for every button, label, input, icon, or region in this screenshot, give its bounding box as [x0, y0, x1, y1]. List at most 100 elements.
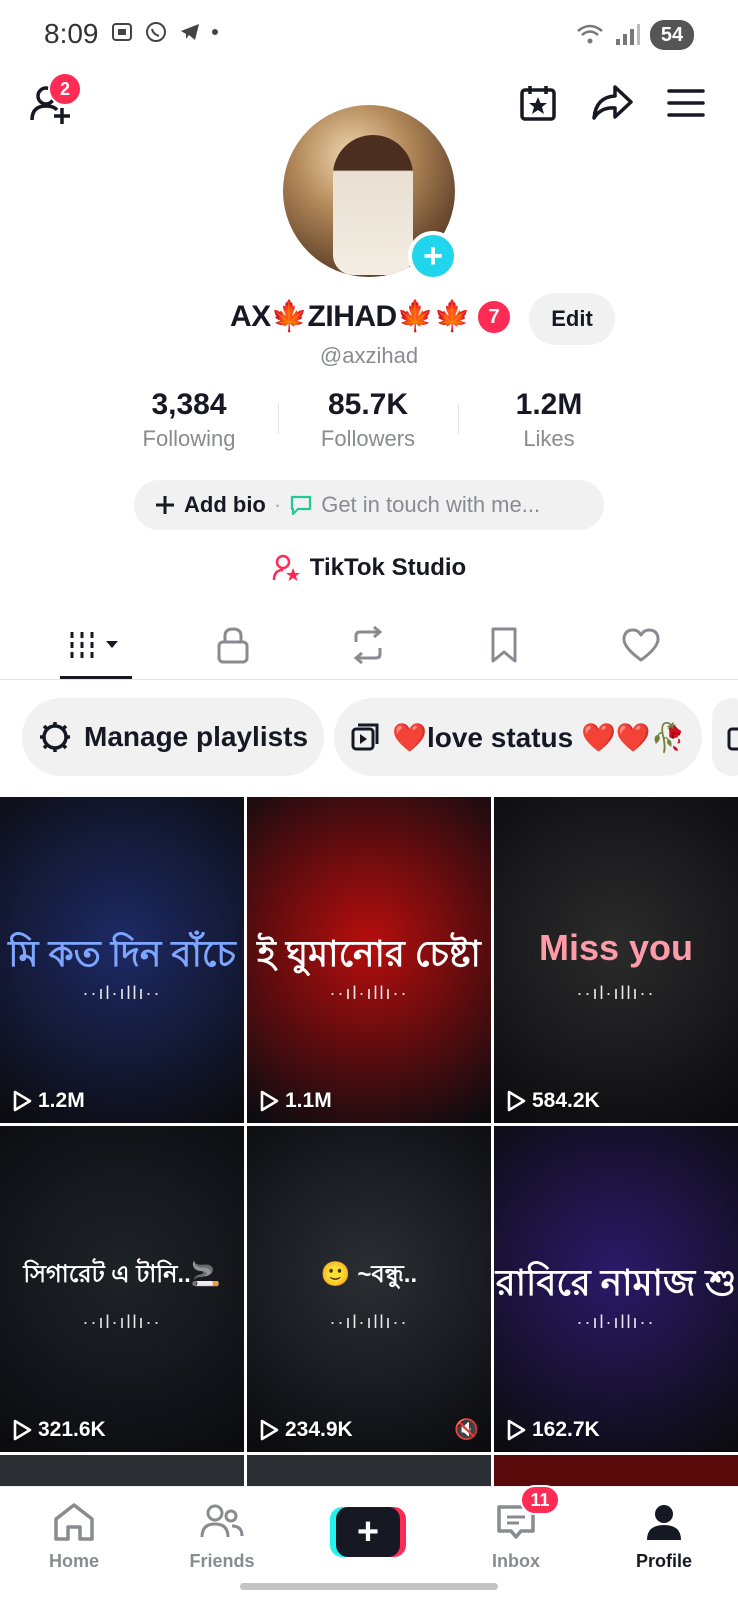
video-thumbnail[interactable]: রাবিরে নামাজ শু ··ıl·ıllı·· 162.7K	[494, 1126, 738, 1452]
stat-followers[interactable]: 85.7K Followers	[268, 388, 468, 452]
playlist-icon	[351, 723, 379, 751]
profile-content-tabs	[0, 612, 738, 680]
play-icon	[260, 1090, 279, 1112]
username: @axzihad	[319, 343, 419, 368]
name-badge: 7	[476, 299, 512, 335]
status-notification-icons	[110, 20, 218, 44]
following-label: Following	[142, 426, 236, 451]
view-count-label: 1.1M	[285, 1089, 332, 1112]
get-in-touch-button[interactable]: Get in touch with me...	[321, 492, 540, 518]
plus-icon	[156, 496, 174, 514]
calendar-button[interactable]	[516, 78, 560, 128]
video-thumbnail[interactable]: ই ঘুমানোর চেষ্টা ··ıl·ıllı·· 1.1M	[247, 797, 491, 1123]
profile-person-icon	[647, 1505, 681, 1540]
video-view-count: 584.2K	[506, 1089, 600, 1113]
play-icon	[260, 1419, 279, 1441]
tiktok-studio-link[interactable]: TikTok Studio	[0, 553, 738, 583]
add-friends-button[interactable]: 2	[28, 72, 82, 132]
playlist-icon	[727, 727, 738, 751]
separator-dot: ·	[273, 492, 282, 517]
home-indicator	[240, 1583, 498, 1590]
avatar-photo	[333, 135, 413, 275]
video-view-count: 1.1M	[259, 1089, 332, 1113]
likes-count: 1.2M	[515, 388, 583, 421]
tiktok-studio-label: TikTok Studio	[309, 554, 467, 581]
playlist-label: ❤️love status ❤️❤️🥀	[392, 721, 686, 753]
repost-icon	[353, 626, 383, 664]
manage-playlists-label: Manage playlists	[84, 721, 309, 752]
nav-profile[interactable]: Profile	[609, 1497, 719, 1572]
video-thumbnail[interactable]: সিগারেট এ টানি..🚬 ··ıl·ıllı·· 321.6K	[0, 1126, 244, 1452]
gear-icon	[40, 722, 70, 752]
inbox-badge: 11	[520, 1485, 560, 1515]
plus-icon: +	[356, 1510, 380, 1553]
audio-wave-decoration: ··ıl·ıllı··	[82, 983, 162, 1003]
audio-wave-decoration: ··ıl·ıllı··	[576, 1312, 656, 1332]
video-overlay-text: সিগারেট এ টানি..🚬	[23, 1261, 221, 1288]
tab-videos[interactable]	[56, 612, 136, 678]
creator-star-icon	[272, 554, 300, 581]
video-overlay-text: 🙂 ~বন্ধু..	[320, 1261, 418, 1288]
followers-count: 85.7K	[327, 388, 409, 421]
manage-playlists-chip[interactable]: Manage playlists	[22, 698, 325, 776]
status-bar: 8:09 54	[0, 0, 738, 70]
plus-icon: +	[423, 237, 443, 275]
audio-wave-decoration: ··ıl·ıllı··	[329, 1312, 409, 1332]
stat-likes[interactable]: 1.2M Likes	[449, 388, 649, 452]
tab-private[interactable]	[193, 612, 273, 678]
add-bio-button[interactable]: Add bio	[184, 492, 266, 518]
screenshot-icon	[112, 23, 132, 41]
view-count-label: 1.2M	[38, 1089, 85, 1112]
add-story-button[interactable]: +	[408, 231, 458, 281]
audio-wave-decoration: ··ıl·ıllı··	[82, 1312, 162, 1332]
video-view-count: 234.9K	[259, 1418, 353, 1442]
videos-grid-icon	[70, 632, 118, 658]
menu-button[interactable]	[664, 78, 708, 128]
bookmark-icon	[491, 627, 517, 663]
view-count-label: 234.9K	[285, 1418, 353, 1441]
whatsapp-icon	[146, 22, 166, 42]
display-name: AX🍁ZIHAD🍁🍁	[230, 300, 471, 333]
view-count-label: 584.2K	[532, 1089, 600, 1112]
view-count-label: 321.6K	[38, 1418, 106, 1441]
tab-liked[interactable]	[601, 612, 681, 678]
video-thumbnail[interactable]: মি কত দিন বাঁচে ··ıl·ıllı·· 1.2M	[0, 797, 244, 1123]
edit-profile-button[interactable]: Edit	[529, 293, 615, 345]
playlist-chip[interactable]: ❤️love status ❤️❤️🥀	[334, 698, 702, 776]
audio-wave-decoration: ··ıl·ıllı··	[576, 983, 656, 1003]
nav-friends[interactable]: Friends	[167, 1497, 277, 1572]
tab-favorites[interactable]	[464, 612, 544, 678]
nav-home-label: Home	[48, 1551, 99, 1571]
stat-following[interactable]: 3,384 Following	[89, 388, 289, 452]
playlist-chip-partial[interactable]	[711, 698, 738, 776]
telegram-icon	[181, 24, 199, 40]
video-overlay-text: মি কত দিন বাঁচে	[8, 933, 236, 974]
signal-icon	[616, 24, 640, 45]
audio-wave-decoration: ··ıl·ıllı··	[329, 983, 409, 1003]
tab-reposts[interactable]	[328, 612, 408, 678]
friends-icon	[200, 1504, 244, 1538]
muted-icon: 🔇	[454, 1419, 479, 1441]
status-system-icons: 54	[576, 20, 694, 50]
home-icon	[54, 1503, 94, 1541]
play-icon	[507, 1419, 526, 1441]
status-time: 8:09	[44, 18, 99, 49]
video-overlay-text: ই ঘুমানোর চেষ্টা	[257, 933, 481, 974]
share-arrow-icon	[592, 85, 633, 120]
likes-label: Likes	[523, 426, 575, 451]
nav-friends-label: Friends	[189, 1551, 255, 1571]
wifi-icon	[577, 24, 603, 44]
profile-stats: 3,384 Following 85.7K Followers 1.2M Lik…	[0, 388, 738, 458]
video-thumbnail[interactable]: Miss you ··ıl·ıllı·· 584.2K	[494, 797, 738, 1123]
hamburger-menu-icon	[667, 89, 705, 117]
video-view-count: 1.2M	[12, 1089, 85, 1113]
play-icon	[13, 1419, 32, 1441]
create-button[interactable]: +	[330, 1507, 406, 1557]
play-icon	[13, 1090, 32, 1112]
video-thumbnail[interactable]: 🙂 ~বন্ধু.. ··ıl·ıllı·· 234.9K 🔇	[247, 1126, 491, 1452]
following-count: 3,384	[151, 388, 227, 421]
calendar-star-icon	[520, 86, 556, 121]
bio-pill: Add bio · Get in touch with me...	[134, 480, 604, 530]
nav-home[interactable]: Home	[19, 1497, 129, 1572]
share-profile-button[interactable]	[590, 78, 634, 128]
